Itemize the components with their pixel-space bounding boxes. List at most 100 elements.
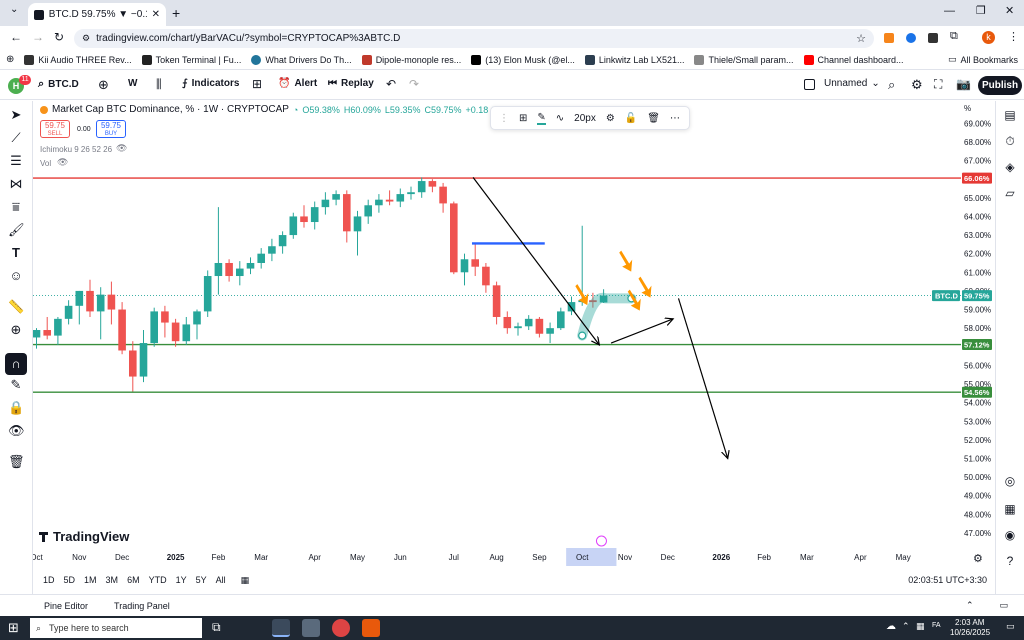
candle-body[interactable]: [514, 326, 522, 329]
windows-start-icon[interactable]: ⊞: [8, 620, 19, 636]
trash-icon[interactable]: 🗑: [8, 454, 25, 470]
alert-button[interactable]: ⏰ Alert: [278, 78, 317, 89]
candle-body[interactable]: [75, 290, 84, 306]
candle-body[interactable]: [96, 294, 105, 312]
hide-drawings-eye-icon[interactable]: 👁: [8, 423, 25, 439]
clock-time[interactable]: 02:03:51 UTC+3:30: [908, 575, 987, 585]
language-indicator[interactable]: FA: [932, 622, 941, 629]
zoom-in-icon[interactable]: ⊕: [8, 322, 24, 338]
candle-body[interactable]: [214, 262, 223, 277]
candle-body[interactable]: [268, 246, 276, 254]
help-icon[interactable]: ?: [1002, 553, 1018, 569]
magnet-icon[interactable]: ∩: [5, 353, 27, 375]
publish-button[interactable]: Publish: [978, 76, 1022, 95]
drawing-settings-icon[interactable]: ⚙: [606, 113, 615, 124]
candle-body[interactable]: [139, 343, 148, 377]
sell-button[interactable]: 59.75 SELL: [40, 120, 70, 138]
weather-icon[interactable]: ☁: [886, 621, 896, 632]
candle-body[interactable]: [129, 350, 137, 377]
chat-icon[interactable]: ▱: [1002, 185, 1018, 201]
chrome-taskbar-icon[interactable]: [272, 619, 290, 637]
calendar-icon[interactable]: ▦: [1002, 501, 1018, 517]
snapshot-camera-icon[interactable]: 📷: [956, 77, 971, 91]
candle-body[interactable]: [343, 194, 351, 232]
range-all[interactable]: All: [216, 575, 226, 585]
candle-body[interactable]: [524, 318, 533, 327]
undo-icon[interactable]: ↶: [386, 77, 396, 91]
notifications-icon[interactable]: ▭: [1006, 621, 1015, 632]
taskbar-search[interactable]: ⌕ Type here to search: [30, 618, 202, 638]
candle-body[interactable]: [385, 199, 394, 202]
ichimoku-indicator-label[interactable]: Ichimoku 9 26 52 26: [40, 145, 112, 154]
candle-body[interactable]: [353, 216, 362, 232]
range-5y[interactable]: 5Y: [196, 575, 207, 585]
candle-body[interactable]: [492, 285, 501, 317]
candle-body[interactable]: [203, 276, 212, 312]
bookmark-item[interactable]: Thiele/Small param...: [694, 54, 794, 65]
candle-body[interactable]: [171, 322, 180, 342]
candle-body[interactable]: [246, 262, 255, 269]
extension-dark-icon[interactable]: [928, 33, 938, 43]
task-view-icon[interactable]: ⧉: [212, 620, 221, 635]
bookmark-item[interactable]: (13) Elon Musk (@el...: [471, 54, 575, 65]
candle-body[interactable]: [182, 324, 191, 342]
indicators-button[interactable]: ⨍ Indicators: [182, 78, 239, 89]
pen-color-icon[interactable]: ✎: [537, 112, 546, 125]
range-1m[interactable]: 1M: [84, 575, 97, 585]
tab-search-icon[interactable]: ⌄: [10, 4, 18, 15]
minimize-window-icon[interactable]: —: [944, 5, 955, 17]
candle-body[interactable]: [118, 309, 126, 351]
candle-body[interactable]: [396, 194, 405, 202]
range-1d[interactable]: 1D: [43, 575, 55, 585]
candle-body[interactable]: [33, 330, 41, 338]
candle-body[interactable]: [557, 311, 565, 329]
bookmark-item[interactable]: Token Terminal | Fu...: [141, 54, 241, 65]
bookmark-item[interactable]: Linkwitz Lab LX521...: [584, 54, 684, 65]
close-window-icon[interactable]: ✕: [1005, 4, 1014, 17]
tab-pine-editor[interactable]: Pine Editor: [44, 601, 88, 611]
chrome-second-taskbar-icon[interactable]: [332, 619, 350, 637]
pattern-icon[interactable]: ⋈: [8, 176, 24, 192]
drawing-lock-icon[interactable]: 🔓: [625, 113, 637, 124]
candle-body[interactable]: [407, 192, 415, 195]
chart-type-candles-icon[interactable]: ⫼: [156, 77, 162, 92]
layout-name-dropdown[interactable]: Unnamed ⌄: [824, 78, 880, 89]
more-options-icon[interactable]: ⋯: [670, 113, 680, 124]
candle-body[interactable]: [225, 262, 233, 277]
candle-body[interactable]: [364, 205, 372, 217]
layout-square-icon[interactable]: [804, 79, 815, 90]
candle-body[interactable]: [417, 181, 426, 193]
candle-body[interactable]: [375, 199, 383, 206]
all-bookmarks[interactable]: ▭ All Bookmarks: [948, 54, 1018, 65]
candle-body[interactable]: [236, 268, 244, 277]
candle-body[interactable]: [64, 305, 73, 319]
price-chart[interactable]: 69.00%68.00%67.00%66.00%65.00%64.00%63.0…: [33, 101, 995, 569]
ruler-icon[interactable]: 📏: [8, 299, 24, 315]
candle-body[interactable]: [278, 235, 287, 247]
stay-drawing-icon[interactable]: ✎: [8, 377, 24, 393]
fib-retracement-icon[interactable]: ☰: [8, 153, 24, 169]
close-tab-icon[interactable]: ✕: [152, 9, 160, 20]
taskbar-date[interactable]: 10/26/2025: [950, 628, 990, 637]
template-icon[interactable]: ⊞: [519, 113, 527, 124]
brush-anchor-handle[interactable]: [578, 331, 587, 340]
candle-body[interactable]: [43, 330, 51, 336]
volume-visibility-eye-icon[interactable]: 👁: [57, 157, 68, 168]
collapse-panel-icon[interactable]: ⌃: [966, 600, 974, 611]
bookmark-item[interactable]: Channel dashboard...: [803, 54, 904, 65]
templates-grid-icon[interactable]: ⊞: [252, 77, 262, 91]
brush-icon[interactable]: 🖌: [8, 222, 25, 238]
trend-line-icon[interactable]: ⟋: [8, 130, 24, 146]
ichimoku-visibility-eye-icon[interactable]: 👁: [116, 143, 127, 154]
lock-icon[interactable]: 🔒: [8, 400, 24, 416]
text-tool-icon[interactable]: T: [8, 245, 24, 261]
extensions-puzzle-icon[interactable]: ⧉: [950, 30, 958, 43]
tab-trading-panel[interactable]: Trading Panel: [114, 601, 170, 611]
maximize-panel-icon[interactable]: ▭: [999, 600, 1008, 611]
url-field[interactable]: ⚙ tradingview.com/chart/yBarVACu/?symbol…: [74, 29, 874, 48]
candle-body[interactable]: [86, 290, 94, 312]
candle-body[interactable]: [503, 316, 512, 329]
podcast-icon[interactable]: ◉: [1002, 527, 1018, 543]
redo-icon[interactable]: ↷: [409, 77, 419, 91]
app-taskbar-icon[interactable]: [302, 619, 320, 637]
